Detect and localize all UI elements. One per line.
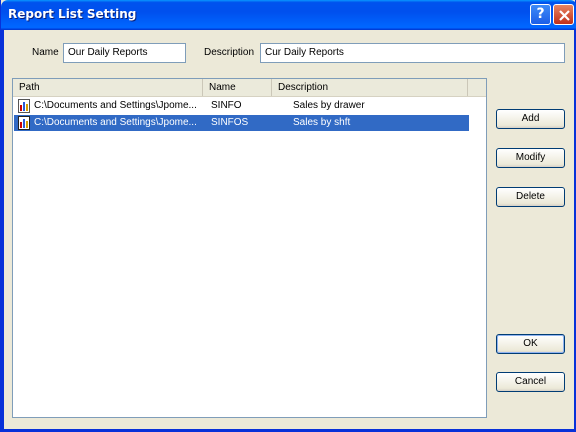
list-item[interactable]: C:\Documents and Settings\Jpome... SINFO…	[14, 98, 469, 114]
close-button[interactable]	[553, 4, 574, 25]
row-path: C:\Documents and Settings\Jpome...	[34, 117, 197, 128]
ok-button[interactable]: OK	[496, 334, 565, 354]
description-label: Description	[204, 47, 255, 58]
report-list-setting-dialog: Report List Setting ? Name Our Daily Rep…	[0, 0, 576, 432]
close-icon	[559, 10, 570, 21]
list-item-selected[interactable]: C:\Documents and Settings\Jpome... SINFO…	[14, 115, 469, 131]
title-bar[interactable]: Report List Setting ?	[1, 0, 576, 30]
help-button[interactable]: ?	[530, 4, 551, 25]
column-header-path[interactable]: Path	[13, 79, 203, 96]
window-title: Report List Setting	[8, 7, 137, 21]
cancel-button[interactable]: Cancel	[496, 372, 565, 392]
name-field[interactable]: Our Daily Reports	[63, 43, 186, 63]
help-icon: ?	[536, 6, 545, 22]
name-label: Name	[32, 47, 59, 58]
modify-button[interactable]: Modify	[496, 148, 565, 168]
report-file-icon	[18, 99, 30, 113]
row-description: Sales by drawer	[293, 100, 365, 111]
row-name: SINFOS	[211, 117, 249, 128]
window-frame-left	[1, 30, 4, 432]
report-file-icon	[18, 116, 30, 130]
column-header-description[interactable]: Description	[272, 79, 468, 96]
list-header: Path Name Description	[13, 79, 486, 97]
report-list[interactable]: Path Name Description C:\Documents and S…	[12, 78, 487, 418]
row-description: Sales by shft	[293, 117, 351, 128]
row-path: C:\Documents and Settings\Jpome...	[34, 100, 197, 111]
delete-button[interactable]: Delete	[496, 187, 565, 207]
row-name: SINFO	[211, 100, 242, 111]
column-header-name[interactable]: Name	[203, 79, 272, 96]
add-button[interactable]: Add	[496, 109, 565, 129]
description-field[interactable]: Cur Daily Reports	[260, 43, 565, 63]
